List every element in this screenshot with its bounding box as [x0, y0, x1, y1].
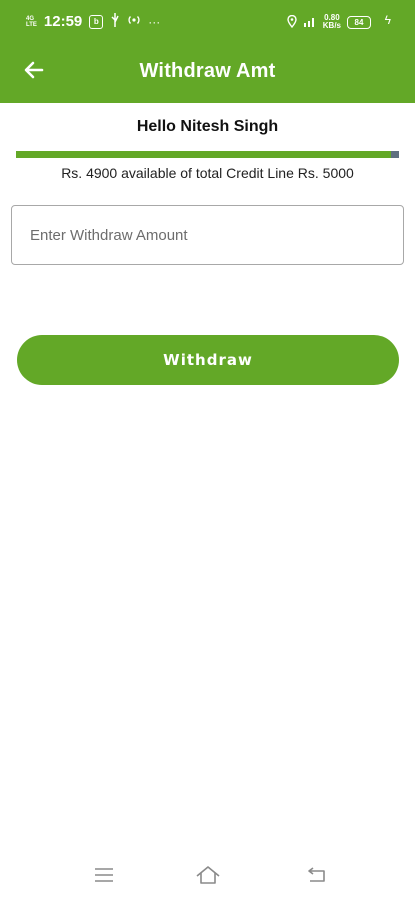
app-bar: 4G LTE 12:59 b ··· 0.80 KB/s 84 ϟ Withdr… [0, 0, 415, 103]
credit-progress-fill [16, 151, 392, 158]
withdraw-amount-input[interactable] [11, 205, 404, 265]
status-time: 12:59 [43, 13, 83, 30]
credit-line-text: Rs. 4900 available of total Credit Line … [61, 165, 354, 181]
speed-indicator: 0.80 KB/s [322, 13, 341, 30]
page-title: Withdraw Amt [139, 60, 276, 82]
more-icon: ··· [148, 14, 161, 29]
location-icon [287, 14, 297, 30]
credit-progress-bar [16, 151, 399, 158]
charging-icon: ϟ [384, 13, 391, 27]
system-nav-bar [0, 852, 415, 900]
greeting-text: Hello Nitesh Singh [136, 118, 279, 135]
hotspot-icon [127, 14, 141, 29]
menu-icon[interactable] [92, 864, 120, 888]
network-signal-icon [303, 16, 317, 29]
status-bar: 4G LTE 12:59 b ··· 0.80 KB/s 84 ϟ [0, 0, 415, 44]
withdraw-button[interactable]: Withdraw [17, 335, 399, 385]
usb-icon [110, 13, 120, 30]
home-icon[interactable] [194, 864, 222, 888]
battery-icon: 84 [347, 15, 371, 29]
app-notification-icon: b [89, 14, 104, 29]
back-icon[interactable] [304, 864, 332, 888]
mobile-signal-icon: 4G LTE [26, 15, 37, 28]
